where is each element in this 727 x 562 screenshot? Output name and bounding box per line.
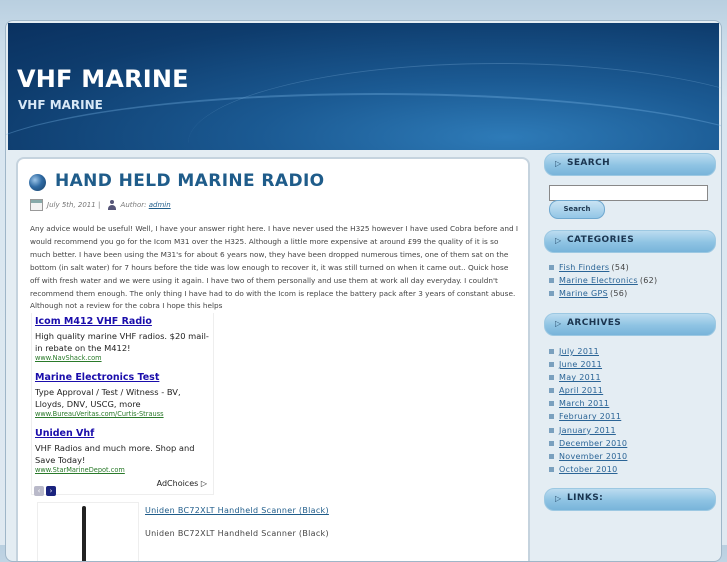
archive-link[interactable]: February 2011	[559, 412, 621, 421]
post-meta: July 5th, 2011 | Author: admin	[30, 199, 171, 211]
archive-item: June 2011	[549, 360, 719, 373]
ad-title-link[interactable]: Icom M412 VHF Radio	[35, 316, 211, 327]
category-item: Marine Electronics (62)	[549, 276, 719, 289]
ad-text: High quality marine VHF radios. $20 mail…	[35, 331, 209, 353]
triangle-icon: ▷	[555, 319, 562, 328]
triangle-icon: ▷	[555, 494, 562, 503]
archive-link[interactable]: April 2011	[559, 386, 603, 395]
post-date: July 5th, 2011	[47, 201, 96, 209]
site-description: VHF MARINE	[18, 98, 103, 112]
category-item: Fish Finders (54)	[549, 263, 719, 276]
adchoices-link[interactable]: AdChoices ▷	[157, 479, 207, 488]
site-title[interactable]: VHF MARINE	[17, 65, 189, 93]
archive-item: December 2010	[549, 439, 719, 452]
archive-link[interactable]: July 2011	[559, 347, 599, 356]
categories-widget-header: ▷ CATEGORIES	[544, 230, 716, 253]
sidebar: ▷ SEARCH Search ▷ CATEGORIES Fish Finder…	[544, 150, 716, 550]
product-link[interactable]: Uniden BC72XLT Handheld Scanner (Black)	[145, 506, 329, 515]
archive-item: March 2011	[549, 399, 719, 412]
archive-item: February 2011	[549, 412, 719, 425]
bullet-icon	[549, 362, 554, 368]
ad-text: Type Approval / Test / Witness - BV, Llo…	[35, 387, 181, 409]
archive-link[interactable]: January 2011	[559, 426, 616, 435]
links-widget-header: ▷ LINKS:	[544, 488, 716, 511]
author-label: Author:	[120, 201, 147, 209]
ad-text: VHF Radios and much more. Shop and Save …	[35, 443, 195, 465]
categories-list: Fish Finders (54) Marine Electronics (62) …	[549, 263, 719, 302]
product-description: Uniden BC72XLT Handheld Scanner (Black)	[145, 529, 329, 538]
bullet-icon	[549, 466, 554, 472]
ad-title-link[interactable]: Marine Electronics Test	[35, 372, 211, 383]
ad-url-link[interactable]: www.NavShack.com	[35, 354, 211, 362]
calendar-icon	[30, 199, 43, 211]
globe-icon	[29, 174, 46, 191]
category-count: (62)	[639, 276, 658, 286]
archives-list: July 2011 June 2011 May 2011 April 2011 …	[549, 347, 719, 478]
triangle-icon: ▷	[555, 159, 562, 168]
post-title[interactable]: HAND HELD MARINE RADIO	[55, 171, 325, 191]
category-link[interactable]: Marine GPS	[559, 289, 608, 298]
search-widget-header: ▷ SEARCH	[544, 153, 716, 176]
category-count: (54)	[611, 263, 630, 272]
category-link[interactable]: Marine Electronics	[559, 276, 638, 285]
product-image[interactable]	[37, 502, 139, 561]
archive-link[interactable]: October 2010	[559, 465, 618, 474]
archive-item: April 2011	[549, 386, 719, 399]
post-body: Any advice would be useful! Well, I have…	[30, 224, 519, 311]
scanner-antenna	[82, 506, 86, 561]
bullet-icon	[549, 375, 554, 381]
ad-item: Marine Electronics Test Type Approval / …	[35, 372, 211, 418]
search-button[interactable]: Search	[549, 200, 605, 219]
user-icon	[107, 200, 117, 210]
category-item: Marine GPS (56)	[549, 289, 719, 302]
archive-link[interactable]: May 2011	[559, 373, 601, 382]
archive-link[interactable]: November 2010	[559, 452, 627, 461]
author-link[interactable]: admin	[149, 201, 171, 209]
bullet-icon	[549, 440, 554, 446]
bullet-icon	[549, 401, 554, 407]
bullet-icon	[549, 349, 554, 354]
bullet-icon	[549, 427, 554, 433]
categories-widget-title: CATEGORIES	[567, 235, 635, 245]
archive-item: October 2010	[549, 465, 719, 478]
ad-url-link[interactable]: www.StarMarineDepot.com	[35, 466, 211, 474]
archive-item: July 2011	[549, 347, 719, 360]
archive-link[interactable]: March 2011	[559, 399, 609, 408]
archive-link[interactable]: December 2010	[559, 439, 627, 448]
archives-widget-header: ▷ ARCHIVES	[544, 313, 716, 336]
bullet-icon	[549, 453, 554, 459]
site-header: VHF MARINE VHF MARINE	[6, 23, 721, 150]
ad-item: Icom M412 VHF Radio High quality marine …	[35, 316, 211, 362]
bullet-icon	[549, 414, 554, 420]
bullet-icon	[549, 388, 554, 394]
ad-block: Icom M412 VHF Radio High quality marine …	[31, 313, 214, 497]
search-widget-title: SEARCH	[567, 158, 611, 168]
archives-widget-title: ARCHIVES	[567, 318, 622, 328]
archive-item: May 2011	[549, 373, 719, 386]
archive-item: November 2010	[549, 452, 719, 465]
category-link[interactable]: Fish Finders	[559, 263, 609, 272]
main-content: HAND HELD MARINE RADIO July 5th, 2011 | …	[16, 157, 530, 561]
search-input[interactable]	[549, 185, 708, 201]
triangle-icon: ▷	[555, 236, 562, 245]
bullet-icon	[549, 265, 554, 270]
meta-separator: |	[97, 201, 101, 209]
archive-link[interactable]: June 2011	[559, 360, 602, 369]
links-widget-title: LINKS:	[567, 493, 604, 503]
bullet-icon	[549, 278, 554, 284]
category-count: (56)	[609, 289, 628, 299]
ad-url-link[interactable]: www.BureauVeritas.com/Curtis-Strauss	[35, 410, 211, 418]
ad-prev-button[interactable]: ‹	[34, 486, 44, 496]
ad-navigation: ‹ ›	[34, 478, 58, 497]
ad-item: Uniden Vhf VHF Radios and much more. Sho…	[35, 428, 211, 474]
ad-title-link[interactable]: Uniden Vhf	[35, 428, 211, 439]
archive-item: January 2011	[549, 426, 719, 439]
bullet-icon	[549, 291, 554, 297]
ad-next-button[interactable]: ›	[46, 486, 56, 496]
